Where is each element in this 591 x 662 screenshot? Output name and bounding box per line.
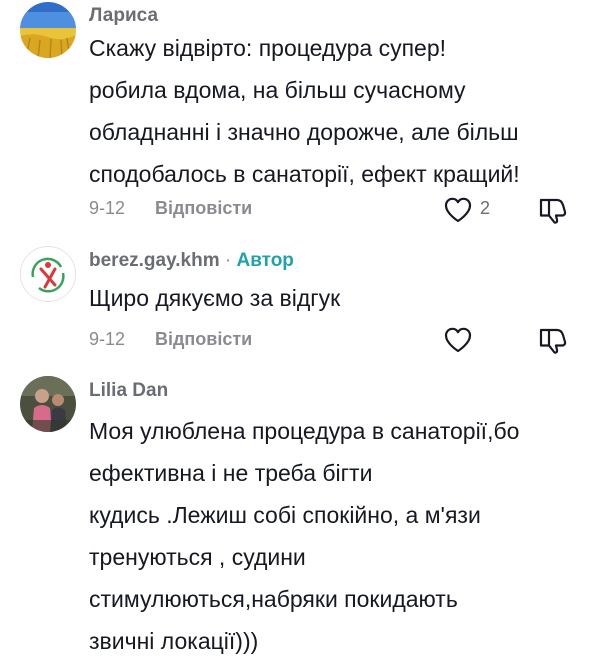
like-button[interactable]: 2 xyxy=(443,195,503,225)
comment-text-line: стимулюються,набряки покидають xyxy=(89,586,458,612)
comment-text-line: тренуються , судини xyxy=(89,544,306,570)
avatar[interactable] xyxy=(20,246,76,302)
avatar[interactable] xyxy=(20,376,76,432)
comment-text: Моя улюблена процедура в санаторії,бо еф… xyxy=(89,410,584,662)
dislike-button[interactable] xyxy=(538,325,568,355)
thumbs-down-icon xyxy=(539,328,567,354)
heart-icon xyxy=(444,327,472,353)
like-count: 2 xyxy=(480,198,491,218)
comment-text-line: сподобалось в санаторії, ефект кращий! xyxy=(89,161,520,187)
comment-text: Щиро дякуємо за відгук xyxy=(89,277,584,319)
heart-icon xyxy=(444,197,472,223)
comment-text-line: Моя улюблена процедура в санаторії,бо xyxy=(89,418,520,444)
ukraine-flag-avatar-icon xyxy=(20,2,76,58)
comment-text-line: Скажу відвірто: процедура супер! xyxy=(89,35,447,61)
thumbs-down-icon xyxy=(539,198,567,224)
comment-username[interactable]: Lilia Dan xyxy=(89,380,168,402)
comment-text-line: обладнанні і значно дорожче, але більш xyxy=(89,119,519,145)
comment-username[interactable]: berez.gay.khm · Автор xyxy=(89,250,294,272)
dislike-button[interactable] xyxy=(538,195,568,225)
author-separator: · xyxy=(224,250,232,271)
author-badge: Автор xyxy=(236,250,294,271)
reply-button[interactable]: Відповісти xyxy=(155,329,252,350)
comment-text-line: Щиро дякуємо за відгук xyxy=(89,285,341,311)
comment-text-line: звичні локації))) xyxy=(89,628,259,654)
username-text[interactable]: berez.gay.khm xyxy=(89,250,220,271)
comment-text-line: кудись .Лежиш собі спокійно, а м'язи xyxy=(89,502,481,528)
comment-date: 9-12 xyxy=(89,198,126,218)
reply-button[interactable]: Відповісти xyxy=(155,198,252,219)
comment-text: Скажу відвірто: процедура супер! робила … xyxy=(89,27,584,195)
photo-avatar-icon xyxy=(20,376,76,432)
comment-text-line: робила вдома, на більш сучасному xyxy=(89,77,466,103)
logo-avatar-icon xyxy=(21,247,75,301)
avatar[interactable] xyxy=(20,2,76,58)
comment-text-line: ефективна і не треба бігти xyxy=(89,460,373,486)
like-button[interactable] xyxy=(443,325,503,355)
comment-date: 9-12 xyxy=(89,329,126,349)
comment-username[interactable]: Лариса xyxy=(89,5,158,27)
